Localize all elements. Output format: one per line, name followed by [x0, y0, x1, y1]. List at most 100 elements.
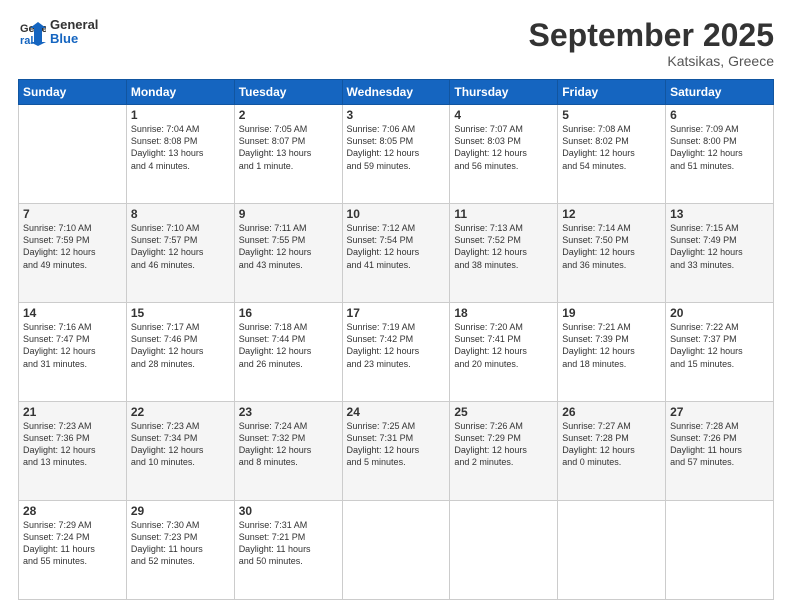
day-number: 5 — [562, 108, 661, 122]
table-cell: 17Sunrise: 7:19 AMSunset: 7:42 PMDayligh… — [342, 303, 450, 402]
day-number: 25 — [454, 405, 553, 419]
day-number: 29 — [131, 504, 230, 518]
day-number: 3 — [347, 108, 446, 122]
cell-info: Sunrise: 7:04 AMSunset: 8:08 PMDaylight:… — [131, 123, 230, 172]
table-cell: 28Sunrise: 7:29 AMSunset: 7:24 PMDayligh… — [19, 501, 127, 600]
calendar-week-row: 14Sunrise: 7:16 AMSunset: 7:47 PMDayligh… — [19, 303, 774, 402]
cell-info: Sunrise: 7:12 AMSunset: 7:54 PMDaylight:… — [347, 222, 446, 271]
cell-info: Sunrise: 7:24 AMSunset: 7:32 PMDaylight:… — [239, 420, 338, 469]
table-cell: 14Sunrise: 7:16 AMSunset: 7:47 PMDayligh… — [19, 303, 127, 402]
cell-info: Sunrise: 7:21 AMSunset: 7:39 PMDaylight:… — [562, 321, 661, 370]
header: Gene ral General Blue September 2025 Kat… — [18, 18, 774, 69]
cell-info: Sunrise: 7:27 AMSunset: 7:28 PMDaylight:… — [562, 420, 661, 469]
table-cell: 5Sunrise: 7:08 AMSunset: 8:02 PMDaylight… — [558, 105, 666, 204]
cell-info: Sunrise: 7:18 AMSunset: 7:44 PMDaylight:… — [239, 321, 338, 370]
cell-info: Sunrise: 7:10 AMSunset: 7:57 PMDaylight:… — [131, 222, 230, 271]
table-cell: 1Sunrise: 7:04 AMSunset: 8:08 PMDaylight… — [126, 105, 234, 204]
cell-info: Sunrise: 7:26 AMSunset: 7:29 PMDaylight:… — [454, 420, 553, 469]
table-cell: 30Sunrise: 7:31 AMSunset: 7:21 PMDayligh… — [234, 501, 342, 600]
table-cell: 8Sunrise: 7:10 AMSunset: 7:57 PMDaylight… — [126, 204, 234, 303]
table-cell: 11Sunrise: 7:13 AMSunset: 7:52 PMDayligh… — [450, 204, 558, 303]
table-cell: 25Sunrise: 7:26 AMSunset: 7:29 PMDayligh… — [450, 402, 558, 501]
day-number: 20 — [670, 306, 769, 320]
table-cell: 3Sunrise: 7:06 AMSunset: 8:05 PMDaylight… — [342, 105, 450, 204]
table-cell — [666, 501, 774, 600]
day-number: 8 — [131, 207, 230, 221]
title-block: September 2025 Katsikas, Greece — [529, 18, 774, 69]
day-number: 28 — [23, 504, 122, 518]
day-number: 16 — [239, 306, 338, 320]
day-number: 24 — [347, 405, 446, 419]
col-saturday: Saturday — [666, 80, 774, 105]
table-cell — [19, 105, 127, 204]
table-cell: 29Sunrise: 7:30 AMSunset: 7:23 PMDayligh… — [126, 501, 234, 600]
day-number: 26 — [562, 405, 661, 419]
cell-info: Sunrise: 7:16 AMSunset: 7:47 PMDaylight:… — [23, 321, 122, 370]
location: Katsikas, Greece — [529, 53, 774, 69]
table-cell — [450, 501, 558, 600]
cell-info: Sunrise: 7:13 AMSunset: 7:52 PMDaylight:… — [454, 222, 553, 271]
logo-icon: Gene ral — [18, 18, 46, 46]
cell-info: Sunrise: 7:15 AMSunset: 7:49 PMDaylight:… — [670, 222, 769, 271]
table-cell — [558, 501, 666, 600]
table-cell: 20Sunrise: 7:22 AMSunset: 7:37 PMDayligh… — [666, 303, 774, 402]
cell-info: Sunrise: 7:05 AMSunset: 8:07 PMDaylight:… — [239, 123, 338, 172]
table-cell: 16Sunrise: 7:18 AMSunset: 7:44 PMDayligh… — [234, 303, 342, 402]
logo-text: General Blue — [50, 18, 98, 47]
day-number: 11 — [454, 207, 553, 221]
col-monday: Monday — [126, 80, 234, 105]
cell-info: Sunrise: 7:25 AMSunset: 7:31 PMDaylight:… — [347, 420, 446, 469]
table-cell: 15Sunrise: 7:17 AMSunset: 7:46 PMDayligh… — [126, 303, 234, 402]
page: Gene ral General Blue September 2025 Kat… — [0, 0, 792, 612]
cell-info: Sunrise: 7:17 AMSunset: 7:46 PMDaylight:… — [131, 321, 230, 370]
table-cell: 6Sunrise: 7:09 AMSunset: 8:00 PMDaylight… — [666, 105, 774, 204]
calendar-week-row: 28Sunrise: 7:29 AMSunset: 7:24 PMDayligh… — [19, 501, 774, 600]
col-tuesday: Tuesday — [234, 80, 342, 105]
cell-info: Sunrise: 7:14 AMSunset: 7:50 PMDaylight:… — [562, 222, 661, 271]
month-title: September 2025 — [529, 18, 774, 53]
day-number: 4 — [454, 108, 553, 122]
table-cell: 7Sunrise: 7:10 AMSunset: 7:59 PMDaylight… — [19, 204, 127, 303]
day-number: 23 — [239, 405, 338, 419]
day-number: 6 — [670, 108, 769, 122]
table-cell: 26Sunrise: 7:27 AMSunset: 7:28 PMDayligh… — [558, 402, 666, 501]
day-number: 12 — [562, 207, 661, 221]
calendar-week-row: 1Sunrise: 7:04 AMSunset: 8:08 PMDaylight… — [19, 105, 774, 204]
calendar-week-row: 21Sunrise: 7:23 AMSunset: 7:36 PMDayligh… — [19, 402, 774, 501]
calendar-week-row: 7Sunrise: 7:10 AMSunset: 7:59 PMDaylight… — [19, 204, 774, 303]
col-wednesday: Wednesday — [342, 80, 450, 105]
day-number: 1 — [131, 108, 230, 122]
day-number: 15 — [131, 306, 230, 320]
day-number: 10 — [347, 207, 446, 221]
cell-info: Sunrise: 7:09 AMSunset: 8:00 PMDaylight:… — [670, 123, 769, 172]
table-cell: 2Sunrise: 7:05 AMSunset: 8:07 PMDaylight… — [234, 105, 342, 204]
day-number: 14 — [23, 306, 122, 320]
svg-text:ral: ral — [20, 35, 33, 46]
table-cell: 12Sunrise: 7:14 AMSunset: 7:50 PMDayligh… — [558, 204, 666, 303]
cell-info: Sunrise: 7:28 AMSunset: 7:26 PMDaylight:… — [670, 420, 769, 469]
table-cell: 27Sunrise: 7:28 AMSunset: 7:26 PMDayligh… — [666, 402, 774, 501]
calendar-header-row: Sunday Monday Tuesday Wednesday Thursday… — [19, 80, 774, 105]
calendar-table: Sunday Monday Tuesday Wednesday Thursday… — [18, 79, 774, 600]
cell-info: Sunrise: 7:23 AMSunset: 7:36 PMDaylight:… — [23, 420, 122, 469]
day-number: 21 — [23, 405, 122, 419]
cell-info: Sunrise: 7:11 AMSunset: 7:55 PMDaylight:… — [239, 222, 338, 271]
day-number: 18 — [454, 306, 553, 320]
col-sunday: Sunday — [19, 80, 127, 105]
table-cell: 21Sunrise: 7:23 AMSunset: 7:36 PMDayligh… — [19, 402, 127, 501]
table-cell: 23Sunrise: 7:24 AMSunset: 7:32 PMDayligh… — [234, 402, 342, 501]
cell-info: Sunrise: 7:20 AMSunset: 7:41 PMDaylight:… — [454, 321, 553, 370]
day-number: 19 — [562, 306, 661, 320]
svg-text:Gene: Gene — [20, 23, 46, 35]
cell-info: Sunrise: 7:07 AMSunset: 8:03 PMDaylight:… — [454, 123, 553, 172]
cell-info: Sunrise: 7:19 AMSunset: 7:42 PMDaylight:… — [347, 321, 446, 370]
table-cell: 10Sunrise: 7:12 AMSunset: 7:54 PMDayligh… — [342, 204, 450, 303]
table-cell: 19Sunrise: 7:21 AMSunset: 7:39 PMDayligh… — [558, 303, 666, 402]
cell-info: Sunrise: 7:08 AMSunset: 8:02 PMDaylight:… — [562, 123, 661, 172]
cell-info: Sunrise: 7:31 AMSunset: 7:21 PMDaylight:… — [239, 519, 338, 568]
day-number: 9 — [239, 207, 338, 221]
day-number: 7 — [23, 207, 122, 221]
table-cell: 4Sunrise: 7:07 AMSunset: 8:03 PMDaylight… — [450, 105, 558, 204]
day-number: 22 — [131, 405, 230, 419]
logo: Gene ral General Blue — [18, 18, 98, 47]
